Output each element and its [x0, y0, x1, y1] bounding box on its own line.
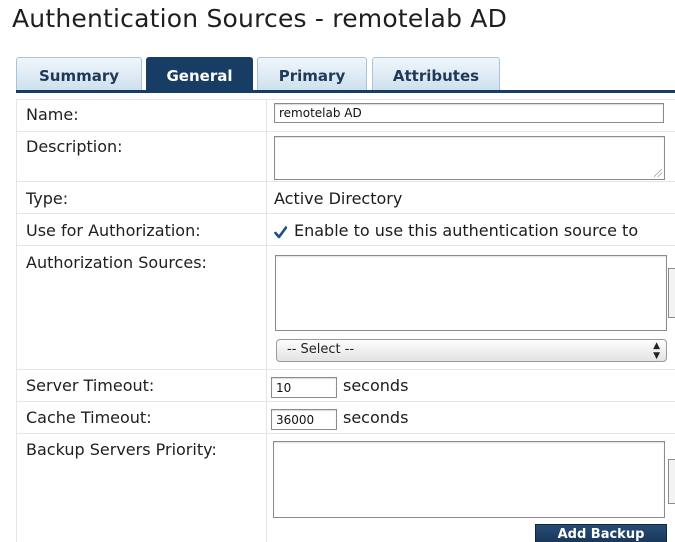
description-row: Description:	[16, 131, 675, 181]
cache-timeout-row: Cache Timeout: seconds	[16, 401, 675, 433]
tab-attributes[interactable]: Attributes	[372, 57, 500, 90]
add-backup-button[interactable]: Add Backup	[535, 524, 667, 542]
backup-servers-priority-label-cell: Backup Servers Priority:	[16, 434, 267, 542]
name-label-cell: Name:	[16, 100, 267, 131]
use-for-authorization-label: Use for Authorization:	[26, 221, 201, 240]
name-label: Name:	[26, 105, 79, 124]
name-input[interactable]	[274, 103, 664, 123]
tab-underline	[16, 90, 675, 93]
backup-servers-priority-row: Backup Servers Priority: Add Backup	[16, 433, 675, 542]
tab-primary[interactable]: Primary	[257, 57, 367, 90]
type-row: Type: Active Directory	[16, 181, 675, 213]
backup-servers-priority-label: Backup Servers Priority:	[26, 440, 217, 459]
server-timeout-unit: seconds	[343, 376, 409, 395]
description-textarea[interactable]	[274, 136, 665, 180]
description-label-cell: Description:	[16, 132, 267, 181]
description-label: Description:	[26, 137, 123, 156]
authorization-sources-label-cell: Authorization Sources:	[16, 246, 267, 369]
backup-servers-list[interactable]	[273, 441, 665, 518]
server-timeout-label: Server Timeout:	[26, 376, 155, 395]
tab-summary[interactable]: Summary	[16, 57, 142, 90]
cache-timeout-unit: seconds	[343, 408, 409, 427]
cache-timeout-label-cell: Cache Timeout:	[16, 402, 267, 433]
authorization-sources-select[interactable]: -- Select -- ▲ ▼	[276, 339, 667, 362]
tab-general[interactable]: General	[146, 57, 253, 90]
use-for-authorization-label-cell: Use for Authorization:	[16, 214, 267, 245]
use-for-authorization-text: Enable to use this authentication source…	[294, 221, 639, 240]
server-timeout-row: Server Timeout: seconds	[16, 369, 675, 401]
name-row: Name:	[16, 99, 675, 131]
backup-list-side-buttons[interactable]	[668, 459, 675, 504]
server-timeout-label-cell: Server Timeout:	[16, 370, 267, 401]
type-label: Type:	[26, 189, 69, 208]
list-side-buttons[interactable]	[668, 268, 675, 318]
resize-grip-icon[interactable]	[654, 169, 662, 177]
authorization-sources-list[interactable]	[275, 255, 667, 331]
page-title: Authentication Sources - remotelab AD	[12, 4, 508, 33]
auth-source-page: Authentication Sources - remotelab AD Su…	[0, 0, 675, 542]
use-for-authorization-checkbox[interactable]	[274, 224, 288, 239]
select-value: -- Select --	[287, 342, 355, 357]
type-value: Active Directory	[274, 189, 403, 208]
cache-timeout-label: Cache Timeout:	[26, 408, 152, 427]
cache-timeout-input[interactable]	[271, 409, 337, 430]
server-timeout-input[interactable]	[271, 377, 337, 398]
select-arrows-icon: ▲ ▼	[653, 341, 660, 361]
authorization-sources-label: Authorization Sources:	[26, 253, 207, 272]
checkmark-icon	[274, 226, 288, 239]
use-for-authorization-row: Use for Authorization: Enable to use thi…	[16, 213, 675, 245]
authorization-sources-row: Authorization Sources: -- Select -- ▲ ▼	[16, 245, 675, 369]
type-label-cell: Type:	[16, 182, 267, 213]
